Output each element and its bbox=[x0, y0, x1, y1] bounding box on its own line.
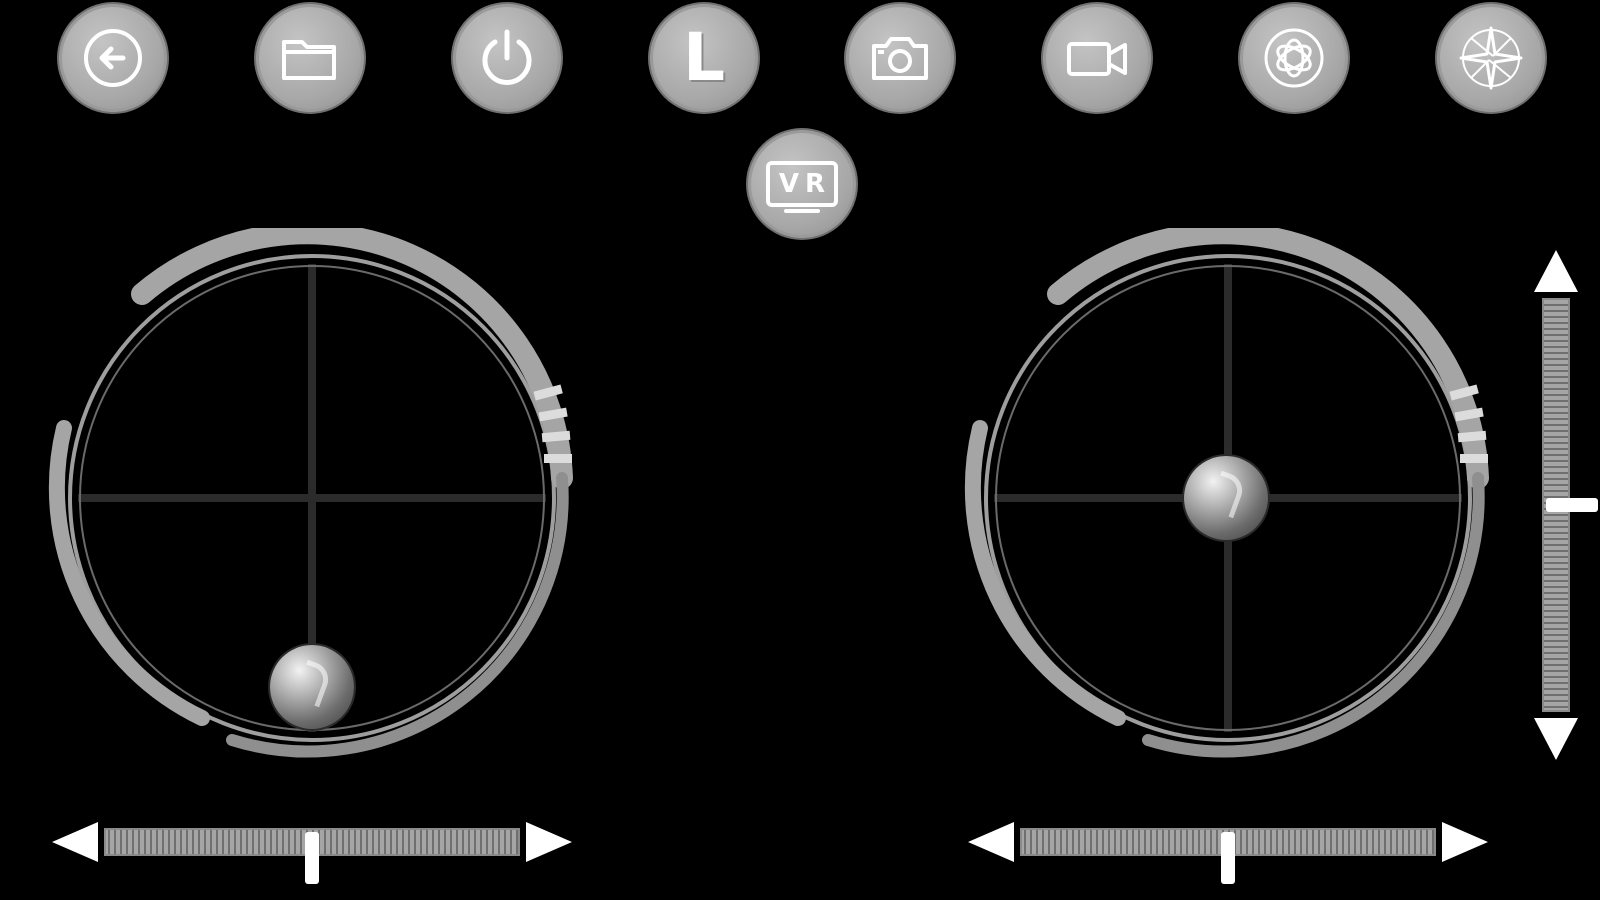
folder-icon bbox=[282, 40, 336, 80]
left-horizontal-trim[interactable] bbox=[52, 812, 572, 884]
trim-down-arrow-icon[interactable] bbox=[1534, 718, 1578, 760]
trim-thumb[interactable] bbox=[305, 832, 319, 884]
gyro-calibrate-button[interactable] bbox=[1240, 4, 1348, 112]
photo-button[interactable] bbox=[846, 4, 954, 112]
trim-thumb[interactable] bbox=[1546, 498, 1598, 512]
trim-right-arrow-icon[interactable] bbox=[1442, 822, 1488, 862]
gyro-calibrate-icon bbox=[1264, 28, 1324, 88]
headless-mode-icon: L bbox=[682, 19, 726, 96]
joystick-knob[interactable] bbox=[1183, 456, 1268, 540]
trim-track bbox=[1020, 828, 1436, 884]
trim-thumb[interactable] bbox=[1221, 832, 1235, 884]
video-camera-icon bbox=[1067, 42, 1127, 76]
headless-mode-button[interactable]: L bbox=[650, 4, 758, 112]
joystick-knob[interactable] bbox=[270, 644, 354, 729]
vertical-trim[interactable] bbox=[1526, 250, 1598, 760]
vr-button[interactable]: VR bbox=[748, 130, 856, 238]
vr-goggles-icon: VR bbox=[766, 161, 838, 213]
back-arrow-icon bbox=[84, 29, 142, 87]
video-button[interactable] bbox=[1043, 4, 1151, 112]
back-button[interactable] bbox=[59, 4, 167, 112]
trim-left-arrow-icon[interactable] bbox=[968, 822, 1014, 862]
trim-track bbox=[1542, 298, 1598, 712]
trim-up-arrow-icon[interactable] bbox=[1534, 250, 1578, 292]
compass-icon bbox=[1459, 26, 1523, 90]
trim-right-arrow-icon[interactable] bbox=[526, 822, 572, 862]
camera-icon bbox=[872, 37, 928, 80]
power-button[interactable] bbox=[453, 4, 561, 112]
right-joystick[interactable] bbox=[958, 228, 1498, 768]
folder-button[interactable] bbox=[256, 4, 364, 112]
left-joystick[interactable] bbox=[42, 228, 582, 768]
power-icon bbox=[482, 29, 532, 85]
right-horizontal-trim[interactable] bbox=[968, 812, 1488, 884]
trim-track bbox=[104, 828, 520, 884]
trim-left-arrow-icon[interactable] bbox=[52, 822, 98, 862]
compass-button[interactable] bbox=[1437, 4, 1545, 112]
